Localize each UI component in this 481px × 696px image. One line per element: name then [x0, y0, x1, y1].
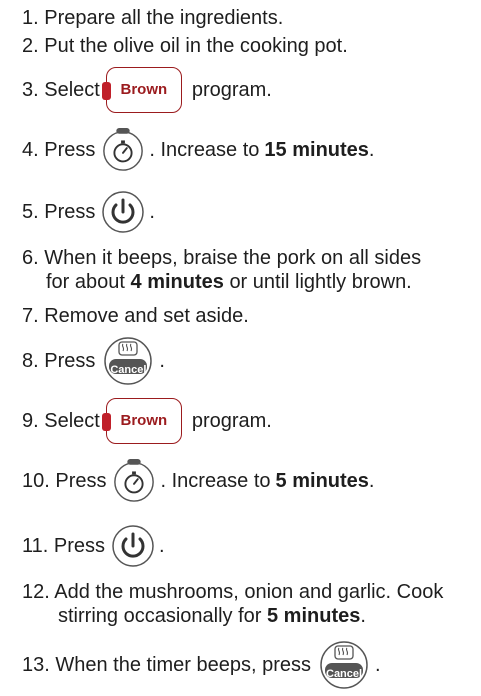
step-3-suffix: program.	[191, 79, 272, 101]
step-3-prefix: 3. Select	[22, 79, 100, 101]
step-6-line-2-prefix: for about	[46, 271, 125, 293]
steam-icon	[320, 641, 368, 689]
step-6-duration: 4 minutes	[130, 271, 224, 293]
step-13: 13. When the timer beeps, press Cancel .	[22, 640, 381, 690]
brown-button-label: Brown	[120, 81, 168, 98]
power-icon[interactable]	[111, 524, 155, 568]
step-8: 8. Press Cancel .	[22, 336, 165, 386]
step-5-suffix: .	[149, 201, 155, 223]
step-1-text: 1. Prepare all the ingredients.	[22, 7, 284, 29]
step-3: 3. Select Brown program.	[22, 67, 272, 113]
cancel-button[interactable]: Cancel	[101, 336, 155, 386]
step-9-suffix: program.	[191, 410, 272, 432]
step-4-end: .	[368, 139, 375, 161]
step-7-text: 7. Remove and set aside.	[22, 305, 249, 327]
step-9-prefix: 9. Select	[22, 410, 100, 432]
step-6: 6. When it beeps, braise the pork on all…	[22, 246, 421, 294]
step-6-line-2-suffix: or until lightly brown.	[229, 271, 412, 293]
step-4: 4. Press . Increase to 15 minutes .	[22, 128, 374, 172]
brown-indicator-icon	[101, 82, 111, 100]
step-12-line-2-prefix: stirring occasionally for	[58, 605, 262, 627]
step-11-suffix: .	[159, 535, 165, 557]
brown-button-label: Brown	[120, 412, 168, 429]
step-10-prefix: 10. Press	[22, 470, 107, 492]
step-6-line-2: for about 4 minutes or until lightly bro…	[22, 270, 421, 294]
step-4-duration: 15 minutes	[264, 139, 369, 161]
step-4-prefix: 4. Press	[22, 139, 96, 161]
step-9: 9. Select Brown program.	[22, 398, 272, 444]
steam-icon	[104, 337, 153, 385]
brown-indicator-icon	[101, 413, 111, 431]
step-12-line-2: stirring occasionally for 5 minutes.	[22, 604, 443, 628]
step-10: 10. Press . Increase to 5 minutes .	[22, 459, 374, 503]
step-10-middle: . Increase to	[160, 470, 271, 492]
timer-icon[interactable]	[101, 128, 145, 172]
step-12-duration: 5 minutes	[266, 605, 361, 627]
step-5-prefix: 5. Press	[22, 201, 96, 223]
step-4-middle: . Increase to	[149, 139, 260, 161]
step-12: 12. Add the mushrooms, onion and garlic.…	[22, 580, 443, 628]
cancel-label: Cancel	[110, 364, 147, 376]
step-11: 11. Press .	[22, 524, 165, 568]
step-8-suffix: .	[159, 350, 165, 372]
step-1: 1. Prepare all the ingredients.	[22, 6, 283, 30]
cancel-label: Cancel	[326, 668, 363, 680]
step-11-prefix: 11. Press	[22, 535, 105, 557]
step-6-line-1: 6. When it beeps, braise the pork on all…	[22, 247, 422, 269]
step-10-duration: 5 minutes	[275, 470, 369, 492]
step-12-line-1: 12. Add the mushrooms, onion and garlic.…	[22, 581, 444, 603]
step-2-text: 2. Put the olive oil in the cooking pot.	[22, 35, 348, 57]
step-13-suffix: .	[375, 654, 381, 676]
power-icon[interactable]	[101, 190, 145, 234]
step-8-prefix: 8. Press	[22, 350, 96, 372]
step-5: 5. Press .	[22, 190, 155, 234]
cancel-button[interactable]: Cancel	[317, 640, 371, 690]
brown-program-button[interactable]: Brown	[101, 398, 182, 444]
step-13-prefix: 13. When the timer beeps, press	[22, 654, 312, 676]
step-7: 7. Remove and set aside.	[22, 304, 249, 328]
step-10-end: .	[368, 470, 375, 492]
step-2: 2. Put the olive oil in the cooking pot.	[22, 34, 348, 58]
brown-program-button[interactable]: Brown	[101, 67, 182, 113]
timer-icon[interactable]	[112, 459, 156, 503]
step-12-end: .	[360, 605, 366, 627]
